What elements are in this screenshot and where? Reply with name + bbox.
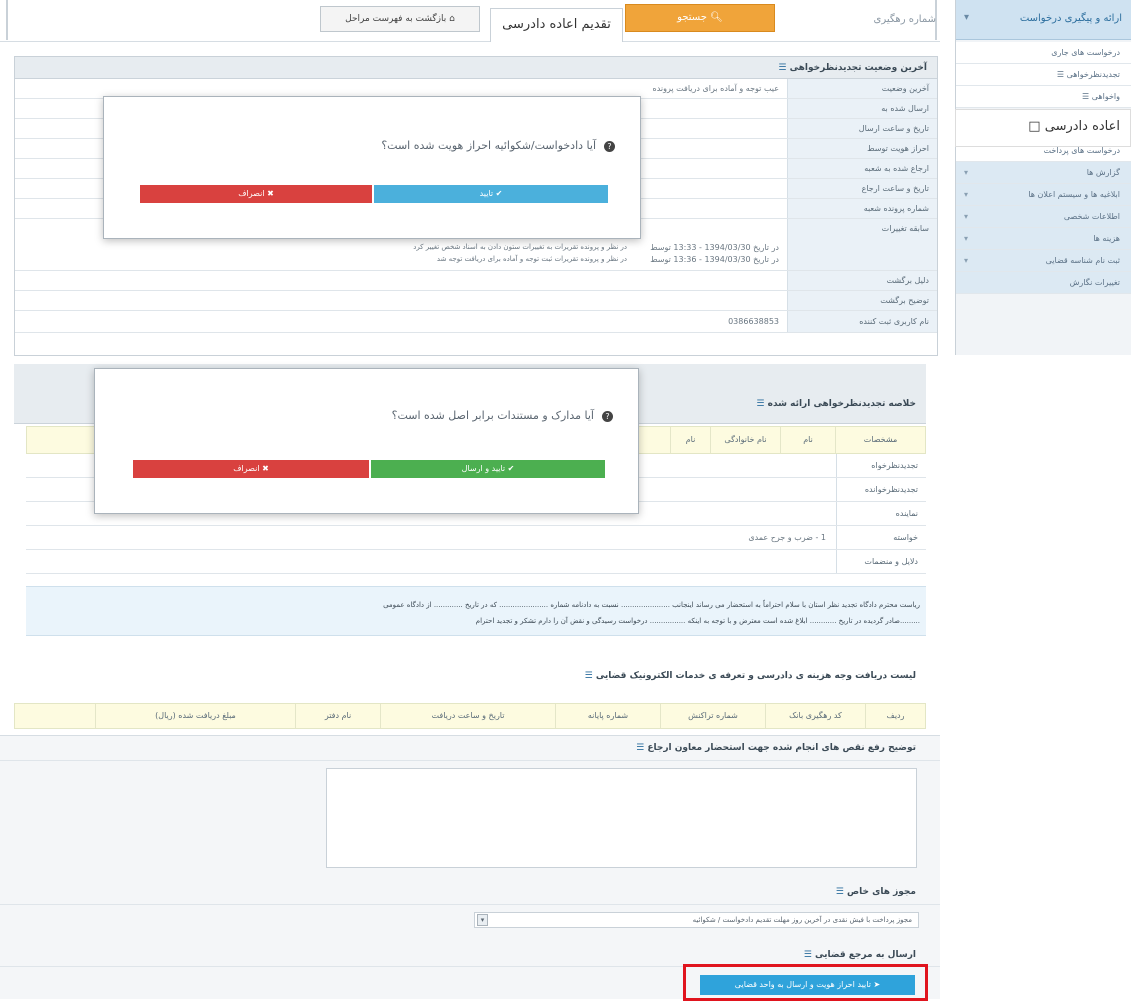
send-title: ارسال به مرجع قضایی ☰ xyxy=(803,950,916,960)
chevron-down-icon: ▾ xyxy=(964,234,969,243)
table-row: دلیل برگشت xyxy=(15,271,937,291)
chevron-down-icon: ▾ xyxy=(964,256,969,265)
dialog-question: ?آیا مدارک و مستندات برابر اصل شده است؟ xyxy=(392,409,613,422)
list-icon: ☰ xyxy=(803,950,812,960)
cancel-button[interactable]: ✖ انصراف xyxy=(133,460,369,478)
check-icon: ✔ xyxy=(495,189,503,198)
chevron-down-icon: ▾ xyxy=(964,212,969,221)
sidebar-item-costs[interactable]: ▾ هزینه ها xyxy=(956,228,1131,250)
dropdown-arrow-icon[interactable]: ▾ xyxy=(477,914,488,926)
explanation-title: توضیح رفع نقص های انجام شده جهت استحضار … xyxy=(636,743,916,753)
cancel-button[interactable]: ✖ انصراف xyxy=(140,185,372,203)
sidebar-tooltip[interactable]: اعاده دادرسی □ xyxy=(955,109,1131,147)
sidebar-item-appeal[interactable]: تجدیدنظرخواهی ☰ xyxy=(956,64,1131,86)
close-icon: ✖ xyxy=(267,189,274,198)
checkbox-icon: □ xyxy=(1028,119,1041,134)
list-icon: ☰ xyxy=(636,743,645,753)
explanation-textarea[interactable] xyxy=(326,768,917,868)
confirm-button[interactable]: ✔ تایید xyxy=(374,185,608,203)
sidebar-item-notifications[interactable]: ▾ ابلاغیه ها و سیستم اعلان ها xyxy=(956,184,1131,206)
sidebar-item-changes[interactable]: تغییرات نگارش xyxy=(956,272,1131,294)
panel-title: لیست دریافت وجه هزینه ی دادرسی و تعرفه ی… xyxy=(584,671,916,681)
send-icon: ➤ xyxy=(873,980,881,989)
back-to-steps-button[interactable]: ⌂ بازگشت به فهرست مراحل xyxy=(320,6,480,32)
question-icon: ? xyxy=(602,410,613,422)
sidebar-item-reports[interactable]: ▾ گزارش ها xyxy=(956,162,1131,184)
search-icon: 🔍︎ xyxy=(710,12,723,23)
table-row: دلایل و منضمات xyxy=(26,550,926,574)
table-row: نام کاربری ثبت کننده 0386638853 xyxy=(15,311,937,333)
list-icon: ☰ xyxy=(835,887,844,897)
tracking-number-label: شماره رهگیری xyxy=(873,14,936,25)
chevron-down-icon: ▾ xyxy=(964,12,970,23)
chevron-down-icon: ▾ xyxy=(964,190,969,199)
dialog-question: ?آیا دادخواست/شکوائیه احراز هویت شده است… xyxy=(381,139,615,152)
divider xyxy=(6,0,8,40)
sidebar: ▾ ارائه و پیگیری درخواست درخواست های جار… xyxy=(955,0,1131,355)
sidebar-header[interactable]: ▾ ارائه و پیگیری درخواست xyxy=(956,0,1131,40)
table-row: خواسته 1 - ضرب و جرح عمدی xyxy=(26,526,926,550)
list-icon: ☰ xyxy=(584,671,593,681)
permit-select[interactable]: مجوز پرداخت با فیش نقدی در آخرین روز مهل… xyxy=(474,912,919,928)
sidebar-item-objection[interactable]: واخواهی ☰ xyxy=(956,86,1131,108)
sidebar-header-label: ارائه و پیگیری درخواست xyxy=(1019,13,1122,24)
list-icon: ☰ xyxy=(778,63,787,73)
tab-apply-retrial[interactable]: تقدیم اعاده دادرسی xyxy=(490,8,623,42)
request-notice: ریاست محترم دادگاه تجدید نظر استان با سل… xyxy=(26,586,926,636)
check-icon: ✔ xyxy=(507,464,515,473)
sidebar-item-personal-info[interactable]: ▾ اطلاعات شخصی xyxy=(956,206,1131,228)
panel-title: آخرین وضعیت تجدیدنظرخواهی ☰ xyxy=(15,57,937,79)
home-icon: ⌂ xyxy=(449,14,455,24)
search-button-label: جستجو xyxy=(677,12,707,23)
question-icon: ? xyxy=(604,140,615,152)
sidebar-item-current-requests[interactable]: درخواست های جاری xyxy=(956,42,1131,64)
back-button-label: بازگشت به فهرست مراحل xyxy=(345,14,447,24)
confirm-send-button[interactable]: ✔ تایید و ارسال xyxy=(371,460,605,478)
sidebar-item-judicial-id[interactable]: ▾ ثبت نام شناسه قضایی xyxy=(956,250,1131,272)
chevron-down-icon: ▾ xyxy=(964,168,969,177)
divider xyxy=(0,904,940,905)
close-icon: ✖ xyxy=(262,464,269,473)
table-row: توضیح برگشت xyxy=(15,291,937,311)
search-button[interactable]: 🔍︎ جستجو xyxy=(625,4,775,32)
confirm-identity-send-button[interactable]: ➤ تایید احراز هویت و ارسال به واحد قضایی xyxy=(700,975,915,995)
permits-title: مجوز های خاص ☰ xyxy=(835,887,916,897)
payments-title-bar: لیست دریافت وجه هزینه ی دادرسی و تعرفه ی… xyxy=(14,665,926,687)
list-icon: ☰ xyxy=(756,399,765,409)
documents-confirm-dialog: ?آیا مدارک و مستندات برابر اصل شده است؟ … xyxy=(94,368,639,514)
identity-confirm-dialog: ?آیا دادخواست/شکوائیه احراز هویت شده است… xyxy=(103,96,641,239)
divider xyxy=(0,760,940,761)
payments-table-header: ردیف کد رهگیری بانک شماره تراکنش شماره پ… xyxy=(14,703,926,729)
